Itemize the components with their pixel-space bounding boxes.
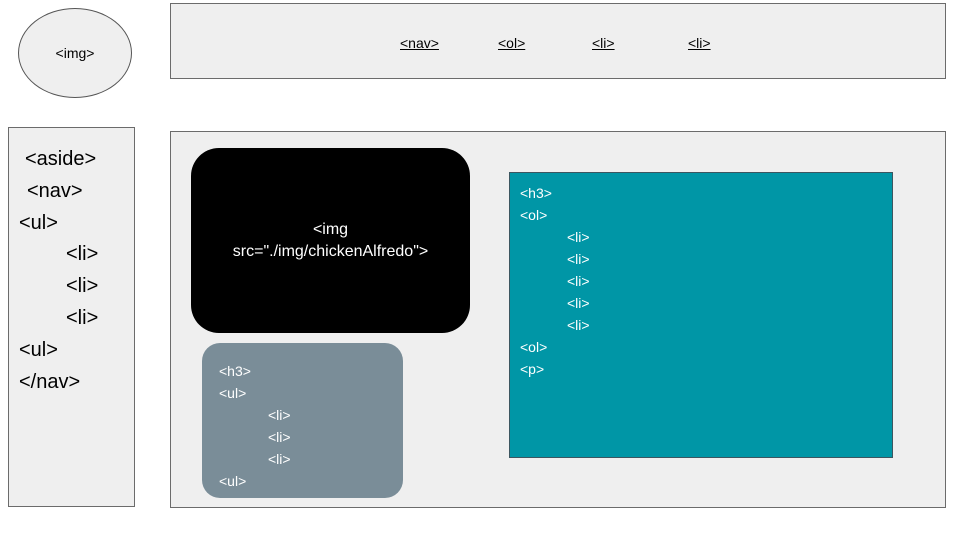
aside-line-li-1: <li> xyxy=(66,243,99,265)
aside-line-nav-close: </nav> xyxy=(19,371,81,393)
image-placeholder-line-2: src="./img/chickenAlfredo"> xyxy=(232,242,429,260)
teal-line-ol-close: <ol> xyxy=(520,339,548,355)
teal-line-ol-open: <ol> xyxy=(520,207,548,223)
teal-line-li-3: <li> xyxy=(567,273,590,289)
aside-box: <aside> <nav> <ul> <li> <li> <li> <ul> <… xyxy=(8,127,135,507)
recipe-panel: <h3> <ol> <li> <li> <li> <li> <li> <ol> … xyxy=(509,172,893,458)
teal-line-li-2: <li> xyxy=(567,251,590,267)
logo-img-placeholder: <img> xyxy=(18,8,132,98)
top-nav-item-li-1[interactable]: <li> xyxy=(592,35,615,51)
card-line-li-3: <li> xyxy=(268,451,291,467)
card-line-ul-open: <ul> xyxy=(219,385,247,401)
aside-line-ul-open: <ul> xyxy=(19,212,58,234)
image-placeholder-line-1: <img xyxy=(312,220,349,238)
card-line-li-1: <li> xyxy=(268,407,291,423)
aside-line-li-2: <li> xyxy=(66,275,99,297)
aside-line-aside: <aside> xyxy=(25,148,97,170)
teal-line-h3: <h3> xyxy=(520,185,552,201)
aside-line-nav: <nav> xyxy=(27,180,83,202)
image-placeholder: <img src="./img/chickenAlfredo"> xyxy=(191,148,470,333)
aside-line-li-3: <li> xyxy=(66,307,99,329)
list-card: <h3> <ul> <li> <li> <li> <ul> xyxy=(202,343,403,498)
top-nav-item-nav[interactable]: <nav> xyxy=(400,35,439,51)
top-nav-item-li-2[interactable]: <li> xyxy=(688,35,711,51)
aside-line-ul-close: <ul> xyxy=(19,339,58,361)
logo-label: <img> xyxy=(55,45,95,61)
card-line-li-2: <li> xyxy=(268,429,291,445)
teal-line-li-4: <li> xyxy=(567,295,590,311)
top-nav-item-ol[interactable]: <ol> xyxy=(498,35,525,51)
teal-line-p: <p> xyxy=(520,361,545,377)
teal-line-li-1: <li> xyxy=(567,229,590,245)
card-line-h3: <h3> xyxy=(219,363,251,379)
card-line-ul-close: <ul> xyxy=(219,473,247,489)
teal-line-li-5: <li> xyxy=(567,317,590,333)
top-nav-box: <nav> <ol> <li> <li> xyxy=(170,3,946,79)
